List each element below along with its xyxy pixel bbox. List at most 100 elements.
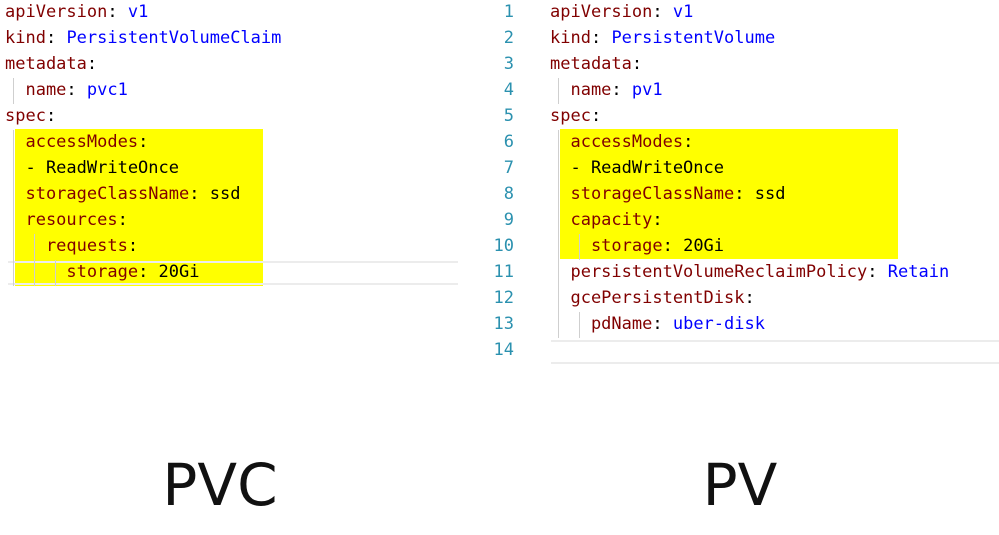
yaml-colon: : [683, 132, 694, 152]
yaml-colon: : [66, 80, 77, 100]
pv-code-line: pdName: uber-disk [550, 311, 765, 337]
pvc-code-line: storageClassName: ssd [5, 181, 240, 207]
pv-line-number: 7 [503, 158, 514, 178]
yaml-text: ssd [744, 184, 786, 204]
yaml-colon: : [117, 210, 128, 230]
yaml-colon: : [127, 236, 139, 256]
yaml-key: metadata [550, 54, 632, 74]
yaml-colon: : [631, 54, 643, 74]
yaml-key: storageClassName [5, 184, 190, 204]
yaml-colon: : [45, 28, 57, 48]
yaml-value: v1 [662, 2, 694, 22]
pvc-code-line: requests: [5, 233, 138, 259]
pv-code-line: accessModes: [550, 129, 693, 155]
pv-line-number: 4 [503, 80, 514, 100]
yaml-key: metadata [5, 54, 87, 74]
yaml-colon: : [652, 314, 663, 334]
pv-code-line: kind: PersistentVolume [550, 25, 775, 51]
yaml-colon: : [45, 106, 57, 126]
yaml-colon: : [590, 28, 602, 48]
pvc-code-line: accessModes: [5, 129, 148, 155]
yaml-text: ssd [199, 184, 241, 204]
yaml-key: capacity [550, 210, 653, 230]
pv-line-number: 1 [503, 2, 514, 22]
pv-code-line: - ReadWriteOnce [550, 155, 724, 181]
pv-line-number: 14 [493, 340, 514, 360]
pv-line-number: 5 [503, 106, 514, 126]
pv-code-line: name: pv1 [550, 77, 663, 103]
yaml-value: uber-disk [662, 314, 765, 334]
yaml-key: spec [5, 106, 46, 126]
pvc-code-line: metadata: [5, 51, 97, 77]
pv-code-line: gcePersistentDisk: [550, 285, 755, 311]
yaml-key: kind [550, 28, 591, 48]
yaml-text: 20Gi [672, 236, 725, 256]
pv-code-line: storageClassName: ssd [550, 181, 785, 207]
yaml-key: persistentVolumeReclaimPolicy [550, 262, 868, 282]
pv-line-number: 6 [503, 132, 514, 152]
yaml-key: resources [5, 210, 118, 230]
yaml-colon: : [652, 210, 663, 230]
pvc-code-line: - ReadWriteOnce [5, 155, 179, 181]
yaml-colon: : [590, 106, 602, 126]
pv-line-number: 3 [503, 54, 514, 74]
yaml-colon: : [107, 2, 118, 22]
yaml-key: gcePersistentDisk [550, 288, 745, 308]
yaml-value: v1 [117, 2, 149, 22]
yaml-value: PersistentVolumeClaim [56, 28, 282, 48]
yaml-colon: : [744, 288, 755, 308]
pvc-caption: PVC [162, 451, 278, 519]
yaml-key: name [550, 80, 612, 100]
pv-current-line [551, 340, 999, 364]
yaml-value: PersistentVolume [601, 28, 776, 48]
yaml-value: Retain [877, 262, 950, 282]
pvc-code-line: resources: [5, 207, 128, 233]
yaml-colon: : [734, 184, 745, 204]
yaml-value: pv1 [621, 80, 663, 100]
yaml-key: name [5, 80, 67, 100]
yaml-colon: : [611, 80, 622, 100]
pv-code-line: storage: 20Gi [550, 233, 724, 259]
yaml-key: storage [5, 262, 139, 282]
yaml-key: pdName [550, 314, 653, 334]
pv-code-line: persistentVolumeReclaimPolicy: Retain [550, 259, 949, 285]
pv-line-number: 9 [503, 210, 514, 230]
yaml-key: storageClassName [550, 184, 735, 204]
yaml-colon: : [138, 132, 149, 152]
pv-line-number: 11 [493, 262, 514, 282]
yaml-colon: : [652, 2, 663, 22]
yaml-key: storage [550, 236, 663, 256]
pv-caption: PV [702, 451, 778, 519]
pv-line-number: 13 [493, 314, 514, 334]
yaml-key: spec [550, 106, 591, 126]
yaml-value: pvc1 [76, 80, 128, 100]
pv-code-line: apiVersion: v1 [550, 0, 693, 25]
pv-editor-pane: 1 2 3 4 5 6 7 8 9 10 11 12 13 14 apiVersion: v1 kind: … [480, 0, 999, 380]
yaml-key: requests [5, 236, 128, 256]
yaml-colon: : [138, 262, 149, 282]
yaml-key: apiVersion [550, 2, 653, 22]
pv-line-number: 2 [503, 28, 514, 48]
yaml-colon: : [867, 262, 878, 282]
pv-code-line: spec: [550, 103, 601, 129]
yaml-text: 20Gi [148, 262, 200, 282]
yaml-key: accessModes [5, 132, 139, 152]
pv-line-number: 8 [503, 184, 514, 204]
pvc-code-line: name: pvc1 [5, 77, 128, 103]
yaml-colon: : [662, 236, 673, 256]
pv-code-line: metadata: [550, 51, 642, 77]
pv-code-line: capacity: [550, 207, 663, 233]
yaml-key: accessModes [550, 132, 684, 152]
yaml-key: kind [5, 28, 46, 48]
pvc-code-line: kind: PersistentVolumeClaim [5, 25, 281, 51]
pvc-editor-pane: apiVersion: v1 kind: PersistentVolumeClai… [0, 0, 458, 380]
pv-line-number: 12 [493, 288, 514, 308]
yaml-key: apiVersion [5, 2, 108, 22]
yaml-colon: : [86, 54, 98, 74]
pvc-code-line: apiVersion: v1 [5, 0, 148, 25]
yaml-colon: : [189, 184, 200, 204]
pvc-code-line: spec: [5, 103, 56, 129]
yaml-text: - ReadWriteOnce [550, 158, 724, 178]
yaml-text: - ReadWriteOnce [5, 158, 179, 178]
pvc-code-line: storage: 20Gi [5, 259, 200, 285]
